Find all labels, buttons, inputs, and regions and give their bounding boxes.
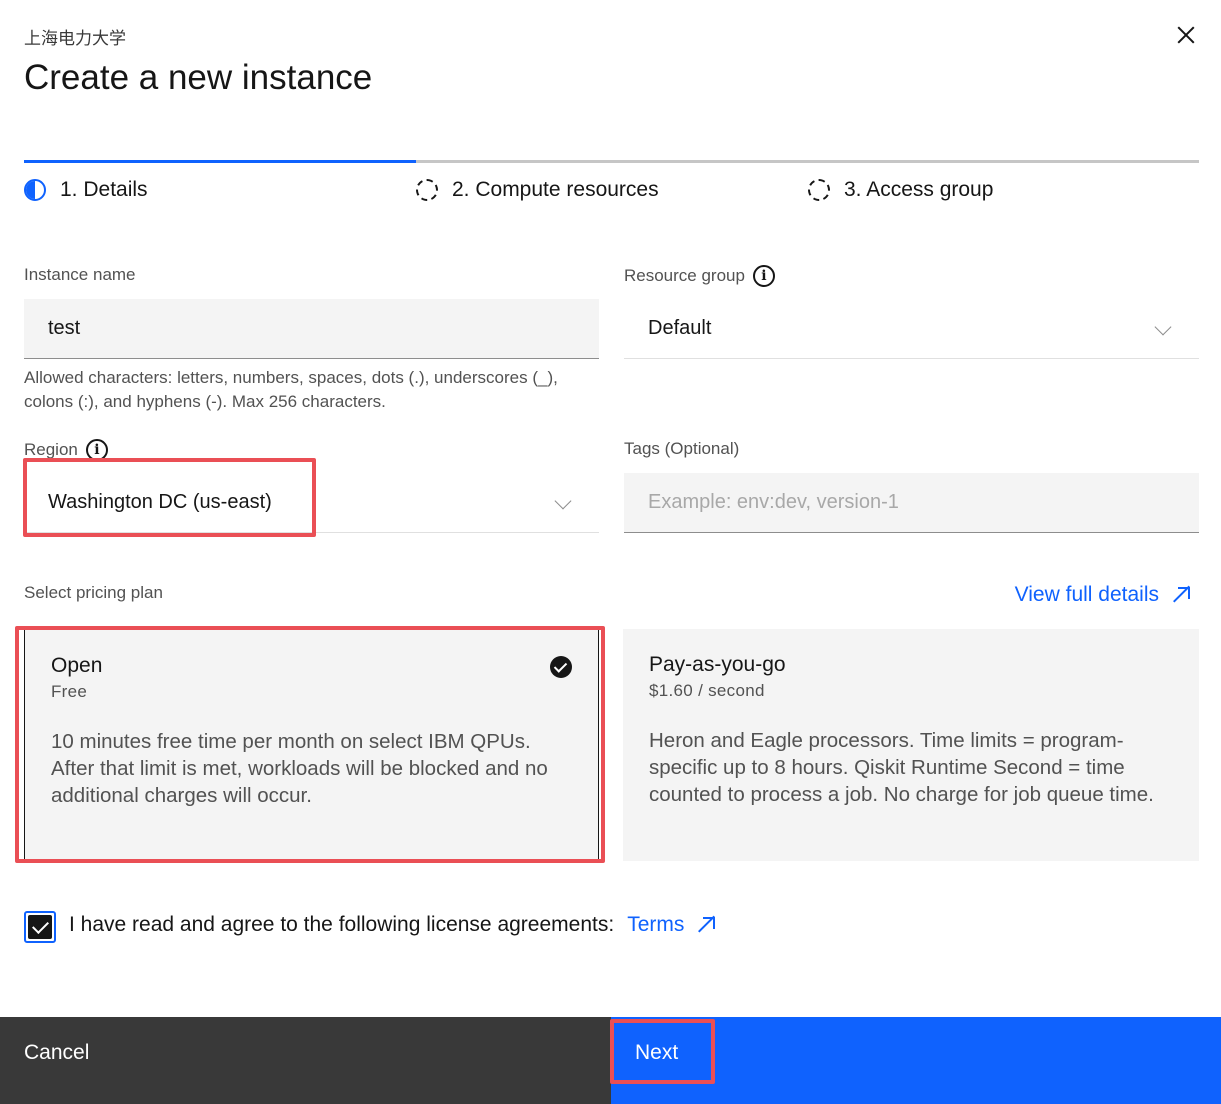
resource-group-label: Resource group i (624, 265, 775, 287)
instance-name-input[interactable]: test (24, 299, 599, 359)
plan-tile-pay-as-you-go[interactable]: Pay-as-you-go $1.60 / second Heron and E… (623, 629, 1199, 861)
plan-price: $1.60 / second (649, 681, 765, 700)
instance-name-label: Instance name (24, 265, 136, 284)
info-icon[interactable]: i (752, 265, 775, 287)
tags-label: Tags (Optional) (624, 439, 740, 458)
view-full-details-link[interactable]: View full details (1015, 583, 1191, 607)
terms-link[interactable]: Terms (627, 913, 716, 937)
resource-group-label-text: Resource group (624, 266, 745, 285)
license-agreement-checkbox[interactable] (24, 911, 56, 943)
step-label: 2. Compute resources (452, 178, 659, 201)
launch-arrow-icon (698, 916, 716, 934)
step-label: 3. Access group (844, 178, 994, 201)
region-select[interactable]: Washington DC (us-east) (24, 473, 599, 533)
launch-arrow-icon (1173, 586, 1191, 604)
plan-name: Open (51, 654, 103, 677)
step-progress-bar (416, 160, 808, 163)
next-button[interactable]: Next (611, 1017, 1221, 1104)
checkmark-icon (28, 915, 52, 939)
instance-name-helper: Allowed characters: letters, numbers, sp… (24, 368, 558, 411)
dashed-circle-icon (416, 179, 438, 201)
dashed-circle-icon (808, 179, 830, 201)
step-details[interactable]: 1. Details (24, 176, 148, 204)
cancel-button[interactable]: Cancel (0, 1017, 611, 1104)
step-progress-active (24, 160, 416, 163)
step-label: 1. Details (60, 178, 148, 201)
half-circle-icon (24, 179, 46, 201)
tags-placeholder: Example: env:dev, version-1 (648, 491, 899, 513)
organization-name: 上海电力大学 (24, 29, 126, 49)
checkmark-filled-icon (550, 656, 572, 678)
license-agreement-text: I have read and agree to the following l… (69, 913, 615, 936)
pricing-label: Select pricing plan (24, 583, 163, 602)
plan-description: 10 minutes free time per month on select… (51, 730, 548, 807)
terms-link-text: Terms (627, 913, 685, 936)
step-compute-resources[interactable]: 2. Compute resources (416, 176, 659, 204)
plan-tile-open[interactable]: Open Free 10 minutes free time per month… (24, 629, 599, 861)
modal-title: Create a new instance (24, 58, 373, 97)
plan-price: Free (51, 682, 88, 701)
tags-input[interactable]: Example: env:dev, version-1 (624, 473, 1199, 533)
step-progress-bar (808, 160, 1199, 163)
region-value: Washington DC (us-east) (48, 491, 272, 513)
license-agreement-row: I have read and agree to the following l… (69, 913, 716, 937)
plan-name: Pay-as-you-go (649, 653, 786, 676)
resource-group-value: Default (648, 317, 712, 339)
info-icon[interactable]: i (85, 439, 108, 461)
close-icon[interactable] (1173, 22, 1199, 48)
plan-description: Heron and Eagle processors. Time limits … (649, 729, 1154, 806)
region-label: Region i (24, 439, 108, 461)
chevron-down-icon (554, 492, 572, 510)
region-label-text: Region (24, 440, 78, 459)
view-full-details-text: View full details (1014, 583, 1159, 606)
chevron-down-icon (1154, 318, 1172, 336)
step-access-group[interactable]: 3. Access group (808, 176, 993, 204)
resource-group-select[interactable]: Default (624, 299, 1199, 359)
